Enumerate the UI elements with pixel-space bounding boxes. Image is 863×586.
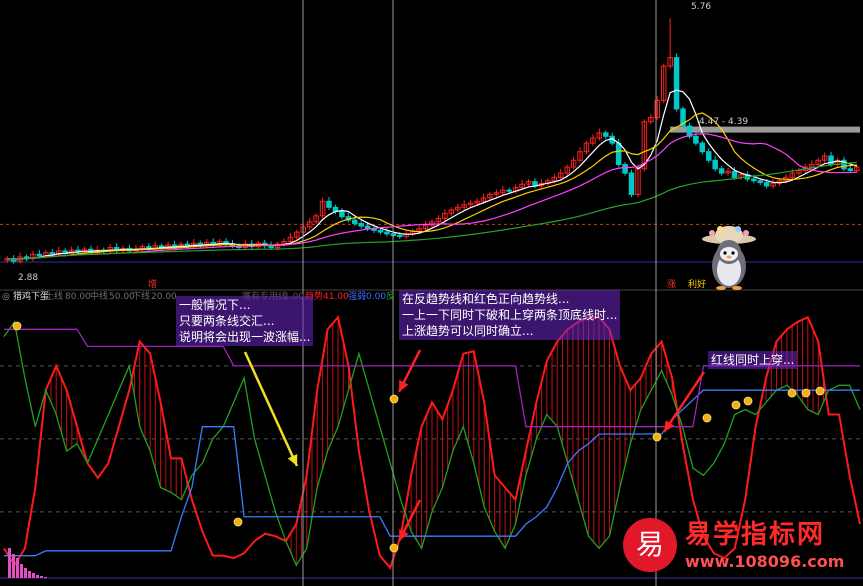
candle-body [384, 231, 390, 235]
candle-body [506, 189, 512, 192]
range-band [670, 126, 860, 133]
candle-body [615, 142, 622, 166]
candle-body [757, 180, 763, 183]
signal-dot-icon [815, 386, 825, 396]
histogram-bar [12, 554, 15, 578]
watermark-title: 易学指标网 [685, 520, 826, 550]
histogram-bar [20, 564, 23, 578]
marker-rise: 涨 [667, 279, 676, 290]
signal-arrow-right-head [664, 420, 675, 432]
annotation-middle-line-2: 一上一下同时下破和上穿两条顶底线时... [402, 308, 618, 322]
legend-lower-label: 下线 [132, 290, 150, 302]
signal-dot-icon [702, 413, 712, 423]
legend-upper-label: 上线 [45, 290, 63, 302]
range-label: 4.47 - 4.39 [699, 117, 748, 127]
histogram-bar [8, 548, 11, 578]
indicator-icon[interactable]: ◎ [2, 292, 10, 302]
legend-strength-label: 强弱 [348, 291, 366, 302]
candle-body [397, 235, 403, 238]
candle-body [628, 172, 635, 195]
signal-dot-icon [389, 543, 399, 553]
histogram-bar [32, 573, 35, 578]
candle-body [673, 57, 680, 110]
signal-dot-icon [233, 517, 243, 527]
annotation-left-line-1: 一般情况下... [179, 298, 251, 312]
candle-body [358, 223, 364, 227]
annotation-left-line-3: 说明将会出现一波涨幅... [179, 330, 311, 344]
signal-dot-icon [787, 388, 797, 398]
annotation-right: 红线同时上穿... [708, 351, 798, 369]
candle-body [763, 181, 770, 187]
watermark: 易 易学指标网 www.108096.com [623, 510, 853, 580]
annotation-middle-line-1: 在反趋势线和红色正向趋势线... [402, 292, 570, 306]
candle-body [364, 225, 371, 230]
histogram-bar [36, 575, 39, 578]
candle-body [731, 170, 738, 178]
histogram-bar [28, 571, 31, 578]
histogram-bar [24, 568, 27, 578]
signal-dot-icon [12, 321, 22, 331]
signal-dot-icon [801, 388, 811, 398]
legend-upper-value: 80.00 [65, 292, 91, 302]
candle-body [712, 159, 718, 170]
indicator-name[interactable]: 猎鸡下蛋 [13, 290, 49, 302]
annotation-left: 一般情况下... 只要两条线交汇... 说明将会出现一波涨幅... [176, 296, 314, 346]
candle-body [377, 229, 384, 233]
candle-body [36, 253, 43, 257]
signal-dot-icon [389, 394, 399, 404]
annotation-right-line-1: 红线同时上穿... [711, 353, 795, 367]
low-price-label: 2.88 [18, 273, 38, 283]
high-price-label: 5.76 [691, 2, 711, 12]
candle-body [622, 164, 628, 174]
candle-body [705, 151, 712, 161]
legend-middle-label: 中线 [90, 290, 108, 302]
candle-body [603, 132, 609, 137]
watermark-url: www.108096.com [685, 552, 845, 571]
signal-arrow-right-shaft [662, 371, 706, 433]
candle-body [326, 200, 332, 208]
candle-body [847, 168, 854, 172]
candle-body [693, 135, 699, 144]
candle-body [352, 219, 358, 225]
signal-dot-icon [731, 400, 741, 410]
note-arrow-shaft [243, 351, 299, 467]
legend-counter-label: 反 [386, 291, 395, 302]
signal-dot-icon [652, 432, 662, 442]
signal-dot-icon [743, 396, 753, 406]
watermark-badge: 易 [623, 518, 677, 572]
histogram-bar [44, 577, 47, 578]
legend-lower-value: 20.00 [151, 292, 177, 302]
histogram-bar [40, 576, 43, 578]
histogram-bar [16, 558, 19, 578]
candle-body [751, 178, 757, 182]
legend-trend-value: 41.00 [323, 292, 349, 302]
legend-strength-value: 0.00 [366, 292, 386, 302]
marker-increase: 增 [148, 278, 157, 290]
candle-body [718, 168, 725, 174]
penguin-mascot-icon [702, 226, 756, 290]
candle-body [49, 252, 56, 255]
candle-body [339, 211, 345, 218]
annotation-middle: 在反趋势线和红色正向趋势线... 一上一下同时下破和上穿两条顶底线时... 上涨… [399, 290, 621, 340]
annotation-left-line-2: 只要两条线交汇... [179, 314, 275, 328]
candle-body [699, 142, 706, 153]
annotation-middle-line-3: 上涨趋势可以同时确立... [402, 324, 534, 338]
